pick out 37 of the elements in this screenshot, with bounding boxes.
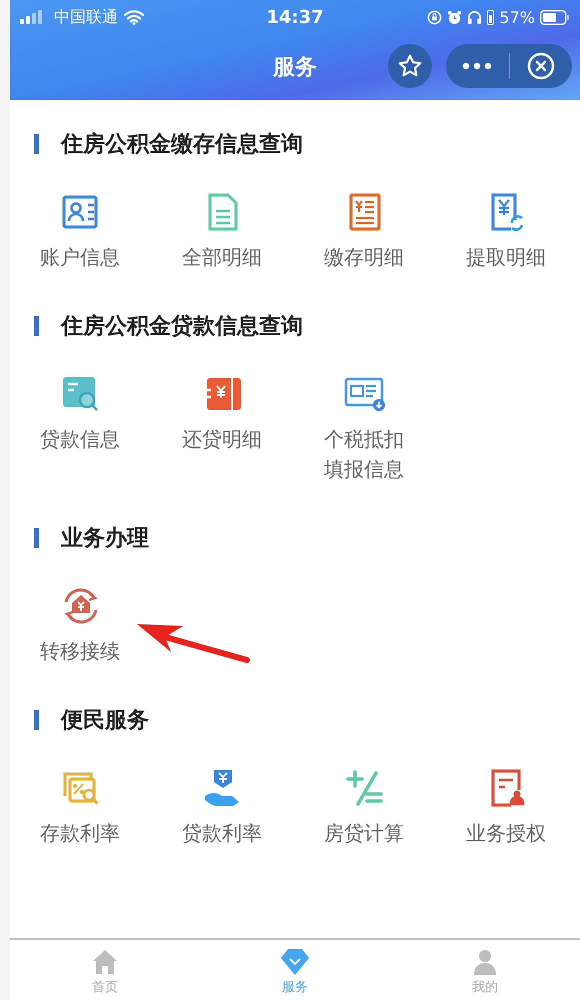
favorite-button[interactable] [388,44,432,88]
battery-percent: 57% [499,8,535,26]
section-title: 住房公积金贷款信息查询 [61,312,303,341]
section-title: 业务办理 [61,525,149,553]
more-icon [462,62,492,70]
battery-icon [540,10,570,24]
page-title: 服务 [273,54,317,82]
person-icon [471,948,499,976]
battery-small-icon [487,10,494,24]
headphones-icon [467,10,482,24]
section-marker [34,528,39,548]
wifi-icon [124,10,144,24]
diamond-icon [280,948,310,976]
service-item[interactable]: 个税抵扣填报信息 [294,372,436,484]
section-title: 住房公积金缴存信息查询 [61,130,303,159]
home-icon [91,948,119,976]
carrier-name: 中国联通 [54,6,118,28]
section-title: 便民服务 [61,707,149,735]
close-icon [526,52,555,80]
star-icon [397,53,423,79]
service-item[interactable]: 存款利率 [10,766,152,848]
service-item[interactable]: 贷款信息 [10,372,152,484]
service-item[interactable]: 账户信息 [10,190,152,272]
service-item[interactable]: 业务授权 [436,766,578,848]
clock-time: 14:37 [266,6,324,28]
rotation-lock-icon [427,10,442,24]
service-item[interactable]: 提取明细 [436,190,578,272]
service-item[interactable]: 全部明细 [152,190,294,272]
service-item[interactable]: 还贷明细 [152,372,294,484]
section-marker [34,316,39,336]
service-item[interactable]: 缴存明细 [294,190,436,272]
service-item[interactable]: 转移接续 [10,584,152,666]
section-marker [34,134,39,154]
service-item[interactable]: 贷款利率 [152,766,294,848]
section-marker [34,710,39,730]
service-item[interactable]: 房贷计算 [294,766,436,848]
alarm-icon [447,10,462,24]
